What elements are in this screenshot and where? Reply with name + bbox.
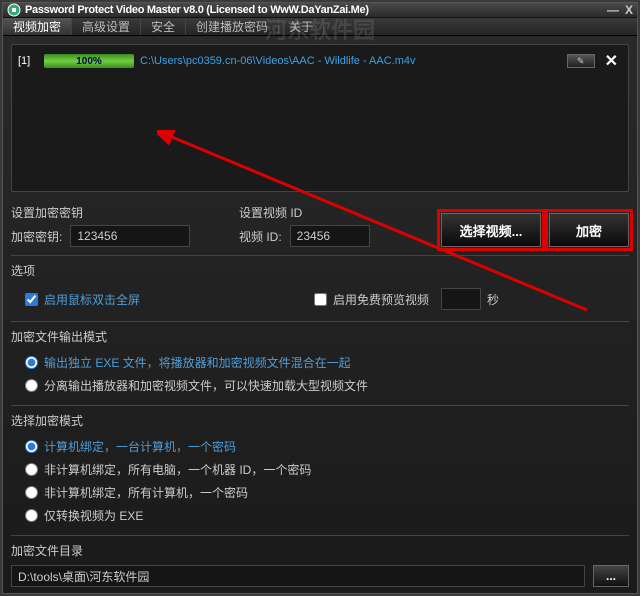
mode-radio4[interactable] (25, 509, 38, 522)
dir-input[interactable] (11, 565, 585, 587)
output-label2: 分离输出播放器和加密视频文件，可以快速加载大型视频文件 (44, 377, 368, 394)
mode-opt4[interactable]: 仅转换视频为 EXE (11, 504, 629, 527)
mode-opt1[interactable]: 计算机绑定，一台计算机，一个密码 (11, 435, 629, 458)
tab-about[interactable]: 关于 (279, 18, 324, 35)
preview-checkbox[interactable] (314, 293, 327, 306)
edit-icon[interactable]: ✎ (567, 54, 595, 68)
tab-encrypt[interactable]: 视频加密 (3, 18, 72, 35)
output-opt1[interactable]: 输出独立 EXE 文件，将播放器和加密视频文件混合在一起 (11, 351, 629, 374)
mode-opt3[interactable]: 非计算机绑定，所有计算机，一个密码 (11, 481, 629, 504)
preview-label: 启用免费预览视频 (333, 291, 429, 308)
section-key: 设置加密密钥 (11, 204, 231, 221)
browse-button[interactable]: ... (593, 565, 629, 587)
tab-security[interactable]: 安全 (141, 18, 186, 35)
mode-opt2[interactable]: 非计算机绑定，所有电脑，一个机器 ID，一个密码 (11, 458, 629, 481)
select-video-button[interactable]: 选择视频... (441, 213, 541, 247)
remove-file-button[interactable]: ✕ (605, 51, 618, 71)
id-label: 视频 ID: (239, 228, 282, 245)
section-options: 选项 (11, 262, 629, 279)
key-input[interactable] (70, 225, 190, 247)
mode-label3: 非计算机绑定，所有计算机，一个密码 (44, 484, 248, 501)
tab-bar: 视频加密 高级设置 安全 创建播放密码 关于 (3, 18, 637, 36)
section-dir: 加密文件目录 (11, 542, 629, 559)
progress-bar: 100% (44, 54, 134, 68)
app-icon (7, 3, 21, 17)
window-title: Password Protect Video Master v8.0 (Lice… (25, 4, 607, 16)
titlebar: Password Protect Video Master v8.0 (Lice… (3, 3, 637, 18)
mode-label4: 仅转换视频为 EXE (44, 507, 143, 524)
minimize-button[interactable]: — (607, 3, 619, 17)
seconds-label: 秒 (487, 291, 499, 308)
preview-option[interactable]: 启用免费预览视频 秒 (300, 285, 499, 313)
close-button[interactable]: X (625, 3, 633, 17)
section-output: 加密文件输出模式 (11, 328, 629, 345)
encrypt-button[interactable]: 加密 (549, 213, 629, 247)
fullscreen-checkbox[interactable] (25, 293, 38, 306)
mode-radio3[interactable] (25, 486, 38, 499)
file-path: C:\Users\pc0359.cn-06\Videos\AAC - Wildl… (140, 55, 561, 67)
tab-create-password[interactable]: 创建播放密码 (186, 18, 279, 35)
tab-advanced[interactable]: 高级设置 (72, 18, 141, 35)
id-input[interactable] (290, 225, 370, 247)
section-mode: 选择加密模式 (11, 412, 629, 429)
file-row[interactable]: [1] 100% C:\Users\pc0359.cn-06\Videos\AA… (18, 51, 622, 71)
output-radio1[interactable] (25, 356, 38, 369)
section-id: 设置视频 ID (239, 204, 399, 221)
output-radio2[interactable] (25, 379, 38, 392)
mode-label2: 非计算机绑定，所有电脑，一个机器 ID，一个密码 (44, 461, 311, 478)
output-opt2[interactable]: 分离输出播放器和加密视频文件，可以快速加载大型视频文件 (11, 374, 629, 397)
preview-seconds-input[interactable] (441, 288, 481, 310)
key-label: 加密密钥: (11, 228, 62, 245)
mode-label1: 计算机绑定，一台计算机，一个密码 (44, 438, 236, 455)
output-label1: 输出独立 EXE 文件，将播放器和加密视频文件混合在一起 (44, 354, 351, 371)
fullscreen-label: 启用鼠标双击全屏 (44, 291, 140, 308)
fullscreen-option[interactable]: 启用鼠标双击全屏 (11, 285, 140, 313)
file-list: [1] 100% C:\Users\pc0359.cn-06\Videos\AA… (11, 44, 629, 192)
mode-radio1[interactable] (25, 440, 38, 453)
mode-radio2[interactable] (25, 463, 38, 476)
file-index: [1] (18, 55, 38, 67)
